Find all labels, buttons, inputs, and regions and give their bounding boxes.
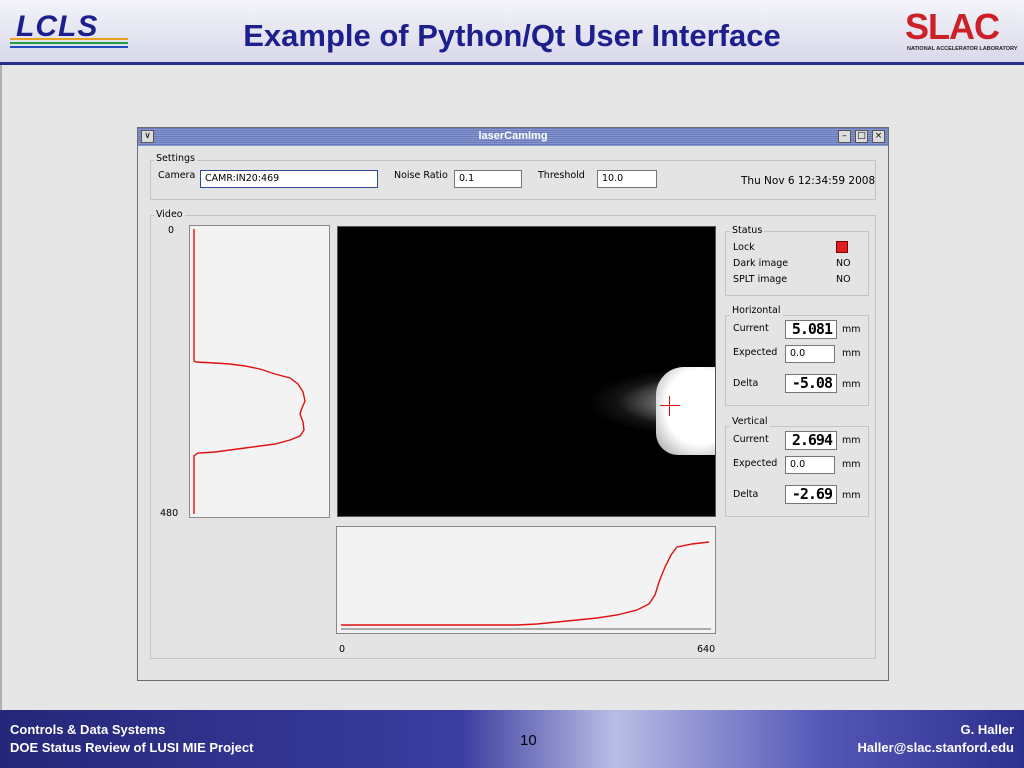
close-button[interactable]: × xyxy=(872,130,885,143)
crosshair-horizontal xyxy=(660,405,680,406)
crosshair-vertical xyxy=(669,396,670,416)
horizontal-delta-label: Delta xyxy=(733,378,759,389)
vertical-expected-input[interactable]: 0.0 xyxy=(785,456,835,474)
camera-label: Camera xyxy=(158,170,196,181)
horizontal-group-label: Horizontal xyxy=(730,305,783,316)
vertical-delta-display: -2.69 xyxy=(785,485,837,504)
vertical-profile-plot xyxy=(189,225,330,518)
dark-image-label: Dark image xyxy=(733,258,789,269)
dark-image-value: NO xyxy=(836,258,851,269)
footer-author: G. Haller xyxy=(960,722,1014,737)
vertical-axis-bottom-label: 480 xyxy=(160,508,179,519)
horizontal-current-unit: mm xyxy=(842,324,861,335)
vertical-current-unit: mm xyxy=(842,435,861,446)
camera-input[interactable]: CAMR:IN20:469 xyxy=(200,170,378,188)
noise-ratio-label: Noise Ratio xyxy=(394,170,448,181)
vertical-expected-label: Expected xyxy=(733,458,778,469)
vertical-profile-line xyxy=(193,229,306,514)
window-titlebar[interactable]: ∨ laserCamImg – □ × xyxy=(138,128,888,146)
vertical-current-display: 2.694 xyxy=(785,431,837,450)
splt-image-label: SPLT image xyxy=(733,274,788,285)
laser-spot xyxy=(656,367,715,455)
settings-group-label: Settings xyxy=(154,153,197,164)
minimize-button[interactable]: – xyxy=(838,130,851,143)
horizontal-expected-input[interactable]: 0.0 xyxy=(785,345,835,363)
slac-logo-subtitle: NATIONAL ACCELERATOR LABORATORY xyxy=(907,46,1018,52)
vertical-profile-svg xyxy=(193,229,306,514)
vertical-delta-label: Delta xyxy=(733,489,759,500)
vertical-axis-top-label: 0 xyxy=(168,225,175,236)
window-title: laserCamImg xyxy=(478,130,548,142)
vertical-expected-unit: mm xyxy=(842,459,861,470)
timestamp: Thu Nov 6 12:34:59 2008 xyxy=(741,175,876,187)
camera-image[interactable] xyxy=(337,226,716,517)
slac-logo: SLAC NATIONAL ACCELERATOR LABORATORY xyxy=(905,6,1020,56)
horizontal-profile-line xyxy=(341,541,710,626)
slide-footer: Controls & Data Systems DOE Status Revie… xyxy=(0,710,1024,768)
vertical-delta-unit: mm xyxy=(842,490,861,501)
slide-header: LCLS Example of Python/Qt User Interface… xyxy=(0,0,1024,65)
horizontal-profile-plot xyxy=(336,526,716,634)
splt-image-value: NO xyxy=(836,274,851,285)
status-group-label: Status xyxy=(730,225,765,236)
slac-logo-text: SLAC xyxy=(905,6,1000,47)
vertical-group-label: Vertical xyxy=(730,416,770,427)
video-group-label: Video xyxy=(154,209,185,220)
app-window: ∨ laserCamImg – □ × Settings Camera CAMR… xyxy=(137,127,889,681)
horizontal-delta-unit: mm xyxy=(842,379,861,390)
page-number: 10 xyxy=(520,732,537,749)
noise-ratio-input[interactable]: 0.1 xyxy=(454,170,522,188)
horizontal-expected-unit: mm xyxy=(842,348,861,359)
horizontal-axis-right-label: 640 xyxy=(697,644,716,655)
horizontal-current-label: Current xyxy=(733,323,769,334)
horizontal-expected-label: Expected xyxy=(733,347,778,358)
footer-event: DOE Status Review of LUSI MIE Project xyxy=(10,740,254,755)
horizontal-current-display: 5.081 xyxy=(785,320,837,339)
lock-indicator xyxy=(836,241,848,253)
lock-label: Lock xyxy=(733,242,755,253)
footer-email: Haller@slac.stanford.edu xyxy=(857,740,1014,755)
threshold-label: Threshold xyxy=(538,170,585,181)
threshold-input[interactable]: 10.0 xyxy=(597,170,657,188)
maximize-button[interactable]: □ xyxy=(855,130,868,143)
horizontal-profile-svg xyxy=(341,541,711,630)
horizontal-axis-left-label: 0 xyxy=(339,644,346,655)
slide-title: Example of Python/Qt User Interface xyxy=(243,18,781,53)
vertical-current-label: Current xyxy=(733,434,769,445)
horizontal-delta-display: -5.08 xyxy=(785,374,837,393)
footer-org: Controls & Data Systems xyxy=(10,722,166,737)
